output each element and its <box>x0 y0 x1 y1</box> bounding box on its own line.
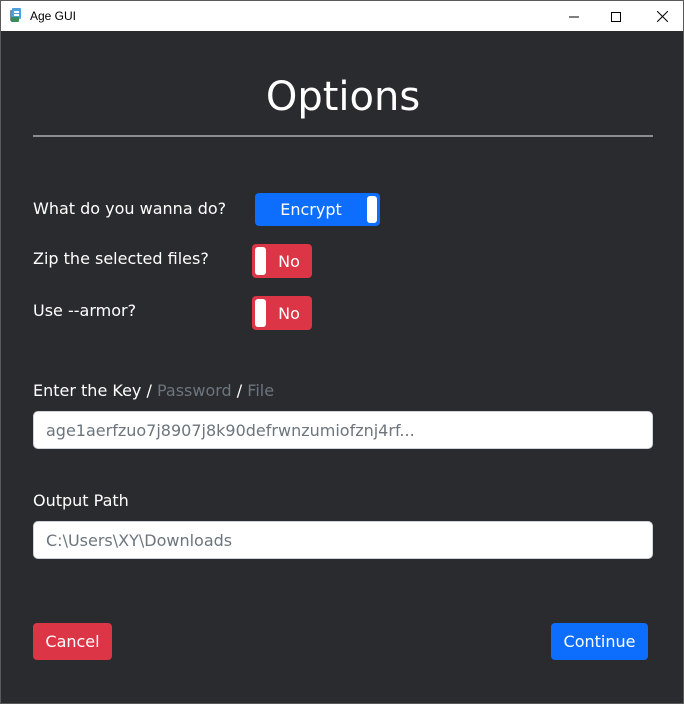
armor-toggle[interactable]: No <box>252 296 312 330</box>
key-option-key[interactable]: Enter the Key <box>33 381 141 400</box>
mode-toggle[interactable]: Encrypt <box>255 193 380 226</box>
armor-toggle-label: No <box>278 303 300 323</box>
zip-toggle[interactable]: No <box>252 244 312 278</box>
app-window: Age GUI Options What do you wanna do? En… <box>0 0 684 704</box>
heading-divider <box>33 135 653 137</box>
output-path-input[interactable] <box>33 521 653 559</box>
close-icon <box>656 7 668 26</box>
key-option-file[interactable]: File <box>247 381 274 400</box>
key-input[interactable] <box>33 411 653 449</box>
mode-toggle-knob <box>367 196 377 223</box>
minimize-icon <box>569 7 579 26</box>
maximize-icon <box>611 7 621 26</box>
key-option-password[interactable]: Password <box>157 381 232 400</box>
options-panel: Options What do you wanna do? Encrypt Zi… <box>1 31 683 703</box>
armor-label: Use --armor? <box>33 301 137 320</box>
key-label: Enter the Key / Password / File <box>33 381 274 401</box>
title-bar[interactable]: Age GUI <box>1 1 683 31</box>
window-title: Age GUI <box>30 9 77 23</box>
mode-label: What do you wanna do? <box>33 199 227 218</box>
page-title: Options <box>265 74 421 120</box>
close-button[interactable] <box>639 1 684 31</box>
key-separator: / <box>146 381 152 400</box>
zip-toggle-knob <box>255 247 266 275</box>
maximize-button[interactable] <box>593 1 639 31</box>
cancel-button[interactable]: Cancel <box>33 623 112 660</box>
output-path-label: Output Path <box>33 491 129 510</box>
mode-toggle-label: Encrypt <box>280 200 342 219</box>
key-separator: / <box>236 381 243 400</box>
armor-toggle-knob <box>255 299 266 327</box>
zip-toggle-label: No <box>278 251 300 271</box>
zip-label: Zip the selected files? <box>33 249 209 268</box>
continue-button[interactable]: Continue <box>551 623 648 660</box>
minimize-button[interactable] <box>551 1 597 31</box>
app-logo-icon <box>9 8 23 23</box>
